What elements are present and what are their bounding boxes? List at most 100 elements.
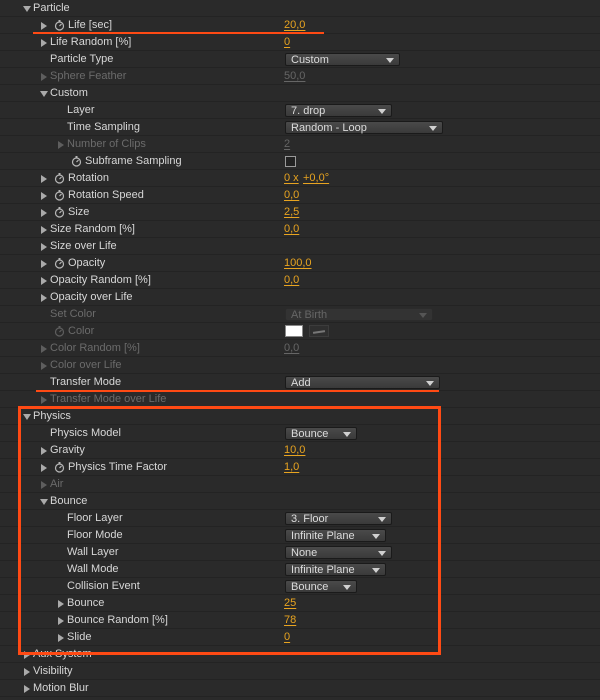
- highlight-box-physics: [18, 406, 441, 655]
- property-row-size-over-life[interactable]: Size over Life: [0, 238, 600, 255]
- section-label-visibility: Visibility: [33, 665, 73, 677]
- eyedropper-icon[interactable]: [309, 325, 329, 337]
- expand-triangle-icon: [41, 396, 47, 404]
- expand-triangle-icon[interactable]: [41, 277, 47, 285]
- property-label: Rotation: [68, 172, 109, 184]
- time-sampling-dropdown[interactable]: Random - Loop: [285, 121, 443, 134]
- property-row-rotation[interactable]: Rotation 0 x +0,0°: [0, 170, 600, 187]
- rotation-degrees-value[interactable]: +0,0°: [303, 172, 329, 184]
- rotation-speed-value[interactable]: 0,0: [284, 189, 299, 201]
- subframe-sampling-checkbox[interactable]: [285, 156, 296, 167]
- property-label: Opacity over Life: [50, 291, 133, 303]
- property-row-opacity-over-life[interactable]: Opacity over Life: [0, 289, 600, 306]
- property-row-subframe-sampling[interactable]: Subframe Sampling: [0, 153, 600, 170]
- property-row-layer[interactable]: Layer 7. drop: [0, 102, 600, 119]
- group-row-custom[interactable]: Custom: [0, 85, 600, 102]
- property-label: Sphere Feather: [50, 70, 127, 82]
- dropdown-value: At Birth: [291, 309, 328, 321]
- property-label: Color: [68, 325, 95, 337]
- property-row-sphere-feather: Sphere Feather 50,0: [0, 68, 600, 85]
- property-row-color-over-life: Color over Life: [0, 357, 600, 374]
- stopwatch-icon[interactable]: [71, 156, 82, 167]
- property-row-opacity[interactable]: Opacity 100,0: [0, 255, 600, 272]
- expand-triangle-icon[interactable]: [41, 192, 47, 200]
- property-row-particle-type[interactable]: Particle Type Custom: [0, 51, 600, 68]
- dropdown-value: 7. drop: [291, 105, 326, 117]
- expand-triangle-icon[interactable]: [41, 39, 47, 47]
- property-row-size-random[interactable]: Size Random [%] 0,0: [0, 221, 600, 238]
- expand-triangle-icon: [58, 141, 64, 149]
- property-label: Particle Type: [50, 53, 114, 65]
- property-label: Opacity: [68, 257, 106, 269]
- expand-triangle-icon[interactable]: [41, 294, 47, 302]
- property-row-transfer-mode[interactable]: Transfer Mode Add: [0, 374, 600, 391]
- property-label: Time Sampling: [67, 121, 140, 133]
- property-row-opacity-random[interactable]: Opacity Random [%] 0,0: [0, 272, 600, 289]
- dropdown-value: Custom: [291, 54, 329, 66]
- property-label: Subframe Sampling: [85, 155, 182, 167]
- property-label: Layer: [67, 104, 95, 116]
- stopwatch-icon: [54, 326, 65, 337]
- property-row-life-random[interactable]: Life Random [%] 0: [0, 34, 600, 51]
- chevron-down-icon: [419, 313, 427, 318]
- dropdown-value: Add: [291, 377, 311, 389]
- opacity-random-value[interactable]: 0,0: [284, 274, 299, 286]
- section-row-visibility[interactable]: Visibility: [0, 663, 600, 680]
- property-label: Size: [68, 206, 90, 218]
- size-random-value[interactable]: 0,0: [284, 223, 299, 235]
- chevron-down-icon: [378, 109, 386, 114]
- rotation-turns-value[interactable]: 0 x: [284, 172, 299, 184]
- stopwatch-icon[interactable]: [54, 258, 65, 269]
- collapse-triangle-icon[interactable]: [40, 91, 48, 97]
- expand-triangle-icon[interactable]: [41, 226, 47, 234]
- group-label-custom: Custom: [50, 87, 88, 99]
- expand-triangle-icon[interactable]: [41, 260, 47, 268]
- property-row-time-sampling[interactable]: Time Sampling Random - Loop: [0, 119, 600, 136]
- expand-triangle-icon[interactable]: [41, 243, 47, 251]
- property-label: Opacity Random [%]: [50, 274, 151, 286]
- life-value[interactable]: 20,0: [284, 19, 305, 31]
- property-label: Size over Life: [50, 240, 117, 252]
- property-label: Color Random [%]: [50, 342, 140, 354]
- number-of-clips-value: 2: [284, 138, 291, 150]
- property-row-color-random: Color Random [%] 0,0: [0, 340, 600, 357]
- size-value[interactable]: 2,5: [284, 206, 299, 218]
- property-row-size[interactable]: Size 2,5: [0, 204, 600, 221]
- sphere-feather-value: 50,0: [284, 70, 306, 82]
- chevron-down-icon: [386, 58, 394, 63]
- chevron-down-icon: [426, 381, 434, 386]
- section-row-motion-blur[interactable]: Motion Blur: [0, 680, 600, 697]
- dropdown-value: Random - Loop: [291, 122, 367, 134]
- expand-triangle-icon[interactable]: [24, 685, 30, 693]
- particle-section-row[interactable]: Particle: [0, 0, 600, 17]
- property-row-rotation-speed[interactable]: Rotation Speed 0,0: [0, 187, 600, 204]
- transfer-mode-dropdown[interactable]: Add: [285, 376, 440, 389]
- property-row-number-of-clips: Number of Clips 2: [0, 136, 600, 153]
- property-label: Set Color: [50, 308, 96, 320]
- expand-triangle-icon: [41, 362, 47, 370]
- expand-triangle-icon[interactable]: [24, 668, 30, 676]
- collapse-triangle-icon[interactable]: [23, 6, 31, 12]
- chevron-down-icon: [429, 126, 437, 131]
- layer-dropdown[interactable]: 7. drop: [285, 104, 392, 117]
- expand-triangle-icon[interactable]: [41, 175, 47, 183]
- property-label: Number of Clips: [67, 138, 146, 150]
- particle-type-dropdown[interactable]: Custom: [285, 53, 400, 66]
- property-label: Rotation Speed: [68, 189, 144, 201]
- set-color-dropdown: At Birth: [285, 308, 433, 321]
- opacity-value[interactable]: 100,0: [284, 257, 312, 269]
- property-row-color: Color: [0, 323, 600, 340]
- property-label: Color over Life: [50, 359, 122, 371]
- property-label: Transfer Mode: [50, 376, 122, 388]
- stopwatch-icon[interactable]: [54, 207, 65, 218]
- section-label-particle: Particle: [33, 2, 70, 14]
- expand-triangle-icon: [41, 345, 47, 353]
- expand-triangle-icon[interactable]: [41, 22, 47, 30]
- life-random-value[interactable]: 0: [284, 36, 290, 48]
- stopwatch-icon[interactable]: [54, 20, 65, 31]
- expand-triangle-icon[interactable]: [41, 209, 47, 217]
- stopwatch-icon[interactable]: [54, 190, 65, 201]
- property-label: Transfer Mode over Life: [50, 393, 167, 405]
- stopwatch-icon[interactable]: [54, 173, 65, 184]
- color-swatch[interactable]: [285, 325, 303, 337]
